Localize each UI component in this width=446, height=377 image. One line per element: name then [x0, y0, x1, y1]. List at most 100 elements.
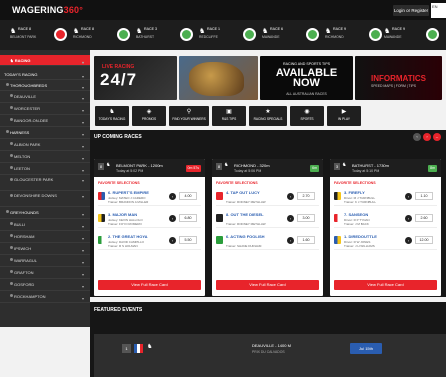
runner-row[interactable]: 7. SANSEON Driver: R P TYNAN Trainer: J M …	[334, 211, 437, 228]
runner-row[interactable]: 8. OUT THE DIESEL Trainer: RODNEY METHLAW…	[216, 211, 319, 228]
event-name: DEAUVILLE - 1400 M	[252, 343, 291, 348]
race-name: BELMONT PARK - 1200m	[116, 163, 163, 168]
horse-icon: ♞	[106, 162, 111, 168]
view-full-race-card-button[interactable]: View Full Race Card	[216, 280, 319, 290]
race-bar-item[interactable]: ♞ RACE 6 MAWANDE	[262, 24, 319, 46]
sidebar-item[interactable]: THOROUGHBREDS ▾	[0, 80, 90, 91]
runner-row[interactable]: 3. FIREFLY Driver: M J TURNBULL Trainer: K…	[334, 189, 437, 206]
sidebar-item-label: GOSFORD	[14, 282, 35, 287]
countdown-badge: 8m	[428, 165, 437, 172]
race-bar-item[interactable]: ♞ RACE 9 MAWANDE	[384, 24, 439, 46]
chevron-down-icon: ▾	[81, 60, 84, 65]
sidebar-item[interactable]: HORSHAM ▾	[0, 231, 90, 243]
odds-button[interactable]: 4.00	[179, 192, 197, 200]
sidebar-item[interactable]: IPSWICH ▾	[0, 243, 90, 255]
odds-button[interactable]: 1.10	[415, 192, 433, 200]
race-number: RACE 8	[81, 27, 94, 31]
sidebar-item[interactable]: GOSFORD ▾	[0, 279, 90, 291]
quick-button-promos[interactable]: ◈ PROMOS	[132, 106, 166, 126]
runner-row[interactable]: 2. THE GREAT HOYA Jockey: DAVID CAMPILLO T…	[98, 233, 201, 250]
banner-big-text: 24/7	[100, 70, 138, 89]
sidebar-item[interactable]: GREYHOUNDS ▾	[0, 207, 90, 219]
race-bar-item[interactable]: ♞ RACE 8 BELMONT PARK	[10, 24, 67, 46]
view-full-race-card-button[interactable]: View Full Race Card	[98, 280, 201, 290]
prev-arrow-icon[interactable]: ‹	[413, 133, 421, 141]
banner-jockey-image[interactable]	[179, 56, 258, 100]
logo[interactable]: WAGERING360°	[12, 5, 83, 15]
login-button[interactable]: Login or Register	[393, 5, 429, 16]
silks-icon	[334, 192, 341, 200]
quick-button-in-play[interactable]: ▶ IN PLAY	[327, 106, 361, 126]
sidebar-item[interactable]: BULLI ▾	[0, 219, 90, 231]
race-venue: RICHMOND	[325, 35, 344, 39]
quick-button-todays-racing[interactable]: ♞ TODAY'S RACING	[95, 106, 129, 126]
race-bar-item[interactable]: ♞ RACE 9 RICHMOND	[325, 24, 382, 46]
sidebar-item-label: WARRAGUL	[14, 258, 37, 263]
jockey-photo	[189, 62, 244, 96]
runner-trainer: Trainer: RODNEY METHLAW	[226, 222, 266, 226]
language-selector[interactable]: EN	[431, 3, 446, 18]
quick-button-label: R&S TIPS	[221, 117, 237, 121]
sidebar-item[interactable]: BANGOR-ON-DEE ▾	[0, 115, 90, 127]
runner-row[interactable]: 3. MAJOR MAN Jockey: KEVIN HALLOLO Trainer…	[98, 211, 201, 228]
odds-button[interactable]: 6.80	[179, 214, 197, 222]
close-icon[interactable]: –	[433, 133, 441, 141]
banner-live-racing[interactable]: LIVE RACING 24/7	[94, 56, 177, 100]
sidebar-item[interactable]: GLOUCESTER PARK ▾	[0, 175, 90, 191]
event-date-button[interactable]: Jul 15th	[350, 343, 382, 354]
banner-tips[interactable]: RACING AND SPORTS TIPS AVAILABLE NOW ALL …	[260, 56, 353, 100]
sidebar-item[interactable]: TODAY'S RACING ▾	[0, 69, 90, 80]
sidebar-item[interactable]: HARNESS ▾	[0, 127, 90, 139]
section-title: UP COMING RACES	[94, 134, 142, 140]
odds-button[interactable]: 3.00	[297, 214, 315, 222]
runner-row[interactable]: 1. DIREDOUTTLE Driver: R W JONES Trainer: …	[334, 233, 437, 250]
sidebar-item[interactable]: LEETON ▾	[0, 163, 90, 175]
quick-button-tips[interactable]: ▣ R&S TIPS	[212, 106, 246, 126]
sidebar-item[interactable]: ALBION PARK ▾	[0, 139, 90, 151]
banner-informatics[interactable]: INFORMATICS SPEED MAPS | FORM | TIPS	[355, 56, 442, 100]
rug-icon	[216, 214, 223, 222]
odds-button[interactable]: 1.60	[297, 236, 315, 244]
odds-button[interactable]: 12.00	[415, 236, 433, 244]
status-clock-icon	[306, 28, 319, 41]
sidebar-racing-header[interactable]: ♞ RACING ▾	[0, 55, 90, 66]
next-arrow-icon[interactable]: ›	[423, 133, 431, 141]
runner-row[interactable]: 6. ACTING FOOLISH Trainer: SHANE DURHAM › 1…	[216, 233, 319, 250]
logo-text: WAGERING	[12, 5, 64, 15]
bullet-icon	[10, 234, 13, 237]
horse-icon: ♞	[109, 109, 115, 115]
quick-button-sports[interactable]: ◉ SPORTS	[290, 106, 324, 126]
race-bar-item[interactable]: ♞ RACE 1 REDCLIFFE	[199, 24, 256, 46]
sidebar-head-label: RACING	[14, 58, 31, 63]
banner-tips-small: RACING AND SPORTS TIPS	[283, 62, 330, 66]
race-number: RACE 8	[18, 27, 31, 31]
quick-button-find-winners[interactable]: ⚲ FIND YOUR WINNERS	[169, 106, 209, 126]
odds-button[interactable]: 2.70	[297, 192, 315, 200]
sidebar-item[interactable]: GRAFTON ▾	[0, 267, 90, 279]
sidebar-item[interactable]: ROCKHAMPTON ▾	[0, 291, 90, 303]
race-bar-item[interactable]: ♞ RACE 8 RICHMOND	[73, 24, 130, 46]
sidebar: ♞ RACING ▾ TODAY'S RACING ▾ THOROUGHBREDS ▾…	[0, 50, 90, 327]
runner-name: 3. MAJOR MAN	[108, 212, 138, 217]
race-bar-item[interactable]: ♞ RACE 3 BATHURST	[136, 24, 193, 46]
runner-row[interactable]: 6. RUPERT'S EMPIRE Jockey: MATEO J CARERO…	[98, 189, 201, 206]
sidebar-item[interactable]: DEAUVILLE ▾	[0, 91, 90, 103]
race-number: RACE 9	[333, 27, 346, 31]
runner-row[interactable]: 4. TAP OUT LUCY Trainer: RODNEY METHLAW › 2…	[216, 189, 319, 206]
runner-trainer: Trainer: J H WILLIAMS	[344, 244, 375, 248]
odds-button[interactable]: 2.60	[415, 214, 433, 222]
odds-button[interactable]: 5.50	[179, 236, 197, 244]
quick-button-label: PROMOS	[141, 117, 157, 121]
sidebar-item[interactable]: MELTON ▾	[0, 151, 90, 163]
status-clock-icon	[426, 28, 439, 41]
horse-icon: ♞	[262, 28, 269, 35]
sidebar-item[interactable]: WORCESTER ▾	[0, 103, 90, 115]
featured-event-row[interactable]: 1 ♞ DEAUVILLE - 1400 M PRIX DU CALVADOS …	[94, 334, 446, 377]
view-full-race-card-button[interactable]: View Full Race Card	[334, 280, 437, 290]
sidebar-item[interactable]: WARRAGUL ▾	[0, 255, 90, 267]
sidebar-item[interactable]: DEVONSHIRE DOWNS ▾	[0, 191, 90, 207]
quick-button-racing-specials[interactable]: ★ RACING SPECIALS	[249, 106, 287, 126]
sidebar-item-label: WORCESTER	[14, 106, 40, 111]
featured-events-section: FEATURED EVENTS 1 ♞ DEAUVILLE - 1400 M P…	[90, 302, 446, 377]
chevron-icon: ▾	[81, 178, 84, 183]
